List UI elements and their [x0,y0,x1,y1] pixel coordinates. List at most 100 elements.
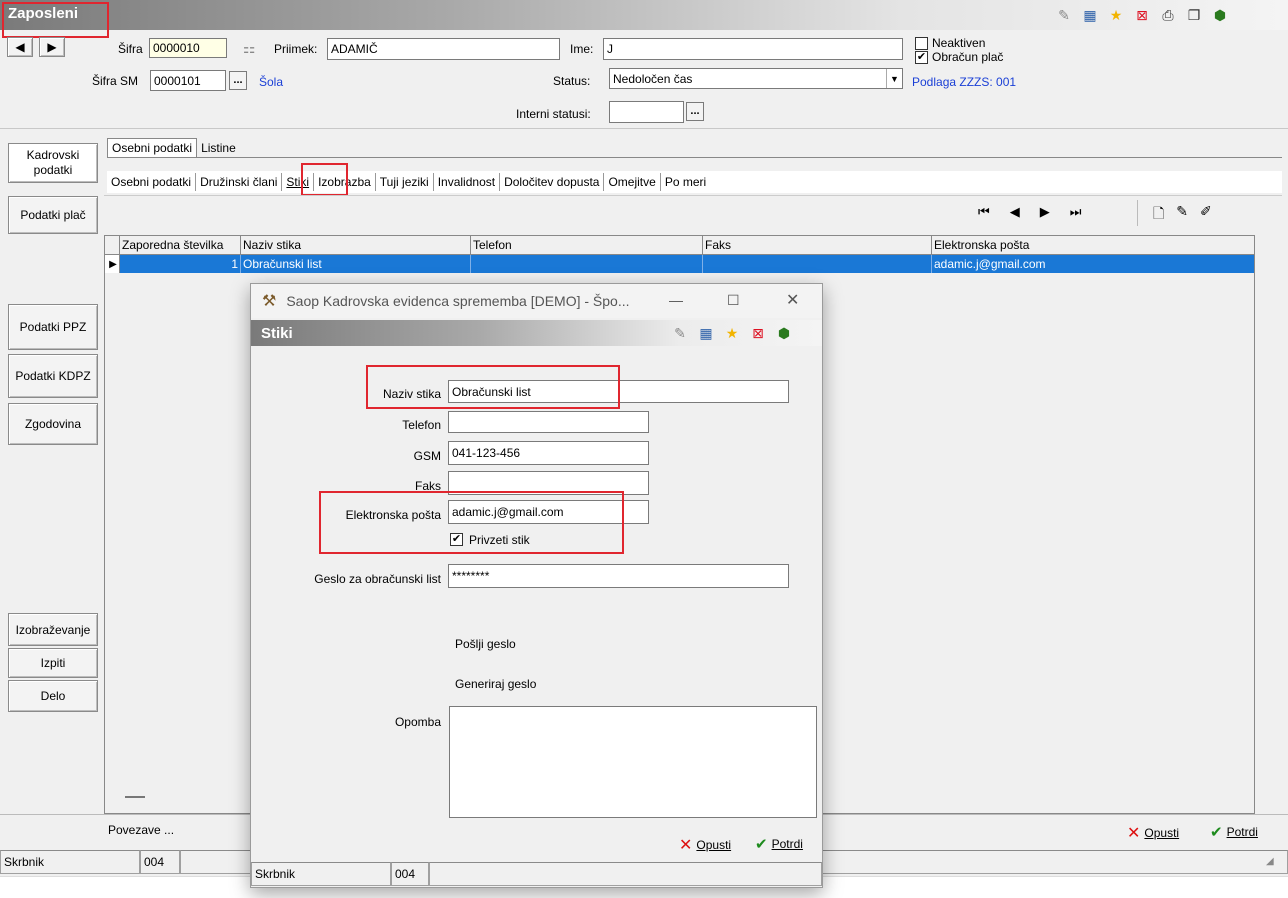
cell-naziv: Obračunski list [241,255,471,273]
delo-button[interactable]: Delo [8,680,98,712]
grid-icon[interactable]: ▦ [1081,6,1099,24]
stiki-dialog: ⚒ Saop Kadrovska evidenca sprememba [DEM… [250,283,823,888]
print-icon[interactable]: ⎙ [1159,6,1177,24]
zgodovina-button[interactable]: Zgodovina [8,403,98,445]
table-row[interactable]: ▶ 1 Obračunski list adamic.j@gmail.com [105,255,1254,273]
dlg-edit-icon[interactable]: ✎ [671,324,689,342]
tool-icon[interactable]: ⬢ [1211,6,1229,24]
povezave-link[interactable]: Povezave ... [108,823,174,837]
col-zaporedna[interactable]: Zaporedna številka [120,236,241,254]
geslo-input[interactable]: ******** [448,564,789,588]
subtab-osebni-podatki[interactable]: Osebni podatki [107,173,197,191]
maximize-icon[interactable]: ☐ [727,292,740,309]
izpiti-button[interactable]: Izpiti [8,648,98,678]
dialog-status-bar: Skrbnik 004 [251,862,822,886]
close-doc-icon[interactable]: ⊠ [1133,6,1151,24]
copy-icon[interactable]: ❐ [1185,6,1203,24]
dlg-close-doc-icon[interactable]: ⊠ [749,324,767,342]
ime-input[interactable]: J [603,38,903,60]
tab-listine[interactable]: Listine [197,139,240,157]
gsm-input[interactable]: 041-123-456 [448,441,649,465]
edit-record-icon[interactable]: ✎ [1176,203,1188,227]
col-faks[interactable]: Faks [703,236,932,254]
sola-link[interactable]: Šola [259,75,283,89]
status-user: Skrbnik [0,850,140,874]
izobrazevanje-button[interactable]: Izobraževanje [8,613,98,646]
cell-telefon [471,255,703,273]
interni-input[interactable] [609,101,684,123]
chevron-down-icon: ▼ [886,69,902,88]
kadrovski-podatki-button[interactable]: Kadrovski podatki [8,143,98,183]
close-icon[interactable]: ✕ [786,290,799,310]
next-record-button[interactable]: ▶ [39,37,65,57]
interni-lookup-button[interactable]: ... [686,102,704,121]
calc-icon[interactable]: ⚏ [243,40,256,57]
opomba-textarea[interactable] [449,706,817,818]
cell-email: adamic.j@gmail.com [934,257,1046,271]
poslji-geslo-button[interactable]: Pošlji geslo [455,637,516,651]
row-indicator: ▶ [105,255,120,273]
col-email[interactable]: Elektronska pošta [932,236,1254,254]
dlg-grid-icon[interactable]: ▦ [697,324,715,342]
new-record-icon[interactable]: 🗋 [1153,203,1164,227]
edit-all-icon[interactable]: ✐ [1200,203,1212,227]
neaktiven-checkbox[interactable] [915,37,928,50]
gsm-label: GSM [413,449,441,463]
toolbar-separator [1137,200,1138,226]
geslo-label: Geslo za obračunski list [314,572,441,586]
prev-icon[interactable]: ◀ [1010,204,1020,220]
dialog-opusti-button[interactable]: ✕ Opusti [679,835,731,855]
cell-num: 1 [120,255,241,273]
subtab-omejitve[interactable]: Omejitve [604,173,661,191]
opusti-label: Opusti [1144,826,1180,840]
next-icon[interactable]: ▶ [1040,204,1050,220]
dialog-status-user: Skrbnik [251,862,391,886]
dialog-status-code: 004 [391,862,429,886]
sifra-sm-lookup-button[interactable]: ... [229,71,247,90]
tab-osebni-podatki[interactable]: Osebni podatki [107,138,198,157]
dlg-star-icon[interactable]: ★ [723,324,741,342]
subtab-dolocitev-dopusta[interactable]: Določitev dopusta [500,173,605,191]
dialog-potrdi-label: Potrdi [771,837,803,851]
potrdi-label: Potrdi [1226,825,1258,839]
dialog-titlebar: ⚒ Saop Kadrovska evidenca sprememba [DEM… [251,284,822,318]
first-record-icon[interactable]: ⏮ [978,204,990,220]
top-tabs: Osebni podatki Listine [107,138,1282,158]
status-label: Status: [553,74,591,88]
telefon-input[interactable] [448,411,649,433]
kadrovski-label: Kadrovski [26,148,80,162]
generiraj-geslo-button[interactable]: Generiraj geslo [455,677,536,691]
podatki-ppz-button[interactable]: Podatki PPZ [8,304,98,350]
resize-grip-icon[interactable]: ◢ [1266,856,1274,867]
subtab-invalidnost[interactable]: Invalidnost [434,173,501,191]
star-icon[interactable]: ★ [1107,6,1125,24]
col-indicator [105,236,120,254]
status-select[interactable]: Nedoločen čas ▼ [609,68,903,89]
sifra-sm-label: Šifra SM [92,74,139,88]
sifra-sm-input[interactable]: 0000101 [150,70,226,91]
title-highlight [2,2,109,38]
cancel-icon: ✕ [1127,825,1141,842]
last-record-icon[interactable]: ⏭ [1070,204,1082,220]
sifra-input[interactable]: 0000010 [149,38,227,58]
edit-icon[interactable]: ✎ [1055,6,1073,24]
minimize-icon[interactable]: — [669,292,683,308]
opusti-button[interactable]: ✕ Opusti [1127,823,1179,843]
check-icon: ✔ [1210,824,1223,841]
obracun-checkbox[interactable]: ✔ [915,51,928,64]
priimek-input[interactable]: ADAMIČ [327,38,560,60]
subtab-tuji-jeziki[interactable]: Tuji jeziki [376,173,434,191]
podatki-kdpz-button[interactable]: Podatki KDPZ [8,354,98,398]
col-telefon[interactable]: Telefon [471,236,703,254]
podlaga-link[interactable]: Podlaga ZZZS: 001 [912,75,1016,89]
dialog-potrdi-button[interactable]: ✔ Potrdi [755,835,803,853]
prev-record-button[interactable]: ◀ [7,37,33,57]
dialog-opusti-label: Opusti [696,838,732,852]
col-naziv[interactable]: Naziv stika [241,236,471,254]
potrdi-button[interactable]: ✔ Potrdi [1210,823,1258,841]
subtab-druzinski-clani[interactable]: Družinski člani [196,173,283,191]
dlg-tool-icon[interactable]: ⬢ [775,324,793,342]
subtab-po-meri[interactable]: Po meri [661,173,710,191]
stiki-tab-highlight [301,163,348,196]
podatki-plac-button[interactable]: Podatki plač [8,196,98,234]
